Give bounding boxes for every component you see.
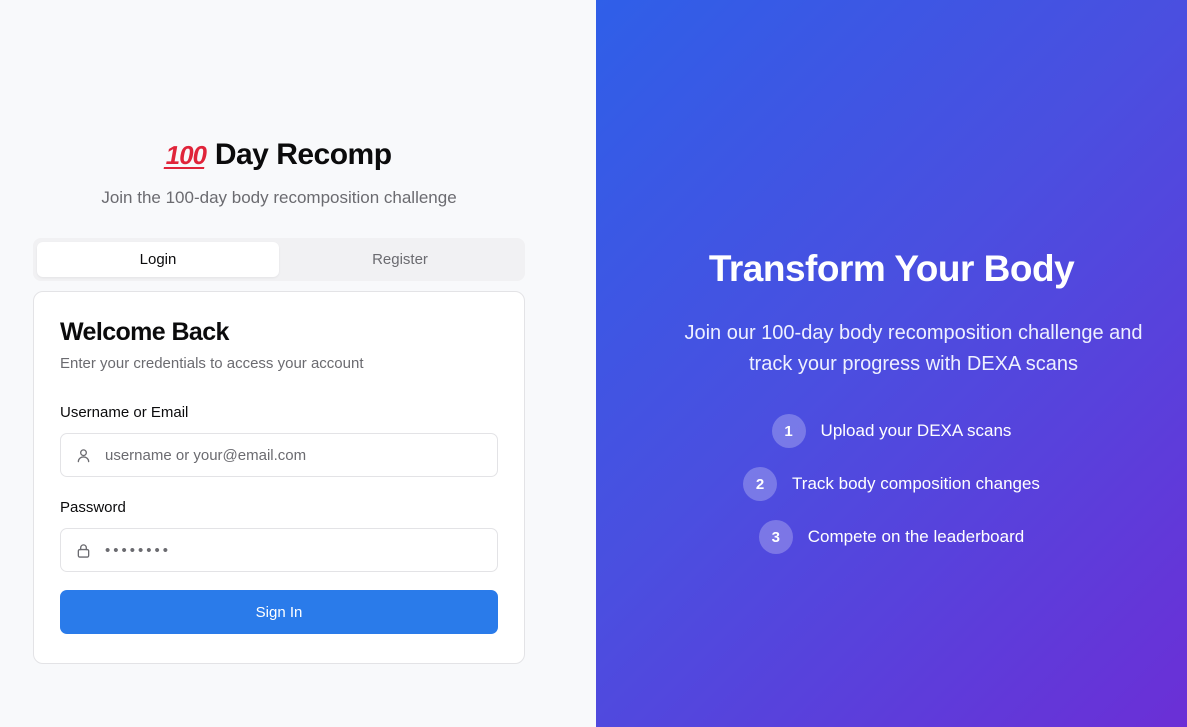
brand-tagline: Join the 100-day body recomposition chal… xyxy=(101,188,457,207)
step-text: Compete on the leaderboard xyxy=(807,527,1025,546)
user-icon xyxy=(75,447,91,463)
hero-subtitle: Join our 100-day body recomposition chal… xyxy=(684,322,1143,375)
login-panel: 100 Day Recomp Join the 100-day body reco… xyxy=(0,0,596,727)
brand-title: 100 Day Recomp xyxy=(0,138,558,172)
page: 100 Day Recomp Join the 100-day body reco… xyxy=(0,0,1187,727)
username-label: Username or Email xyxy=(60,404,189,421)
lock-icon xyxy=(75,542,91,558)
brand-title-text: Day Recomp xyxy=(214,138,392,171)
step-number: 3 xyxy=(758,520,793,554)
sign-in-button[interactable]: Sign In xyxy=(60,590,498,634)
step-number: 1 xyxy=(771,414,806,448)
step-item: 2 Track body composition changes xyxy=(596,467,1187,501)
hero-title: Transform Your Body xyxy=(708,248,1075,289)
step-text: Track body composition changes xyxy=(792,474,1040,493)
tab-login[interactable]: Login xyxy=(37,242,279,277)
username-field[interactable] xyxy=(60,433,498,477)
password-label: Password xyxy=(60,499,126,516)
tab-register[interactable]: Register xyxy=(279,242,521,277)
step-text: Upload your DEXA scans xyxy=(820,421,1012,440)
step-item: 3 Compete on the leaderboard xyxy=(596,520,1187,554)
hero-panel: Transform Your Body Join our 100-day bod… xyxy=(596,0,1187,727)
step-item: 1 Upload your DEXA scans xyxy=(596,414,1187,448)
hundred-points-icon: 100 xyxy=(163,140,210,170)
auth-tabs: Login Register xyxy=(33,238,525,281)
card-subtitle: Enter your credentials to access your ac… xyxy=(60,355,364,372)
login-card: Welcome Back Enter your credentials to a… xyxy=(33,291,525,664)
card-title: Welcome Back xyxy=(60,318,229,346)
password-input[interactable]: •••••••• xyxy=(105,542,171,559)
step-number: 2 xyxy=(743,467,778,501)
steps-list: 1 Upload your DEXA scans 2 Track body co… xyxy=(596,414,1187,573)
username-input[interactable] xyxy=(105,446,485,464)
password-field[interactable]: •••••••• xyxy=(60,528,498,572)
